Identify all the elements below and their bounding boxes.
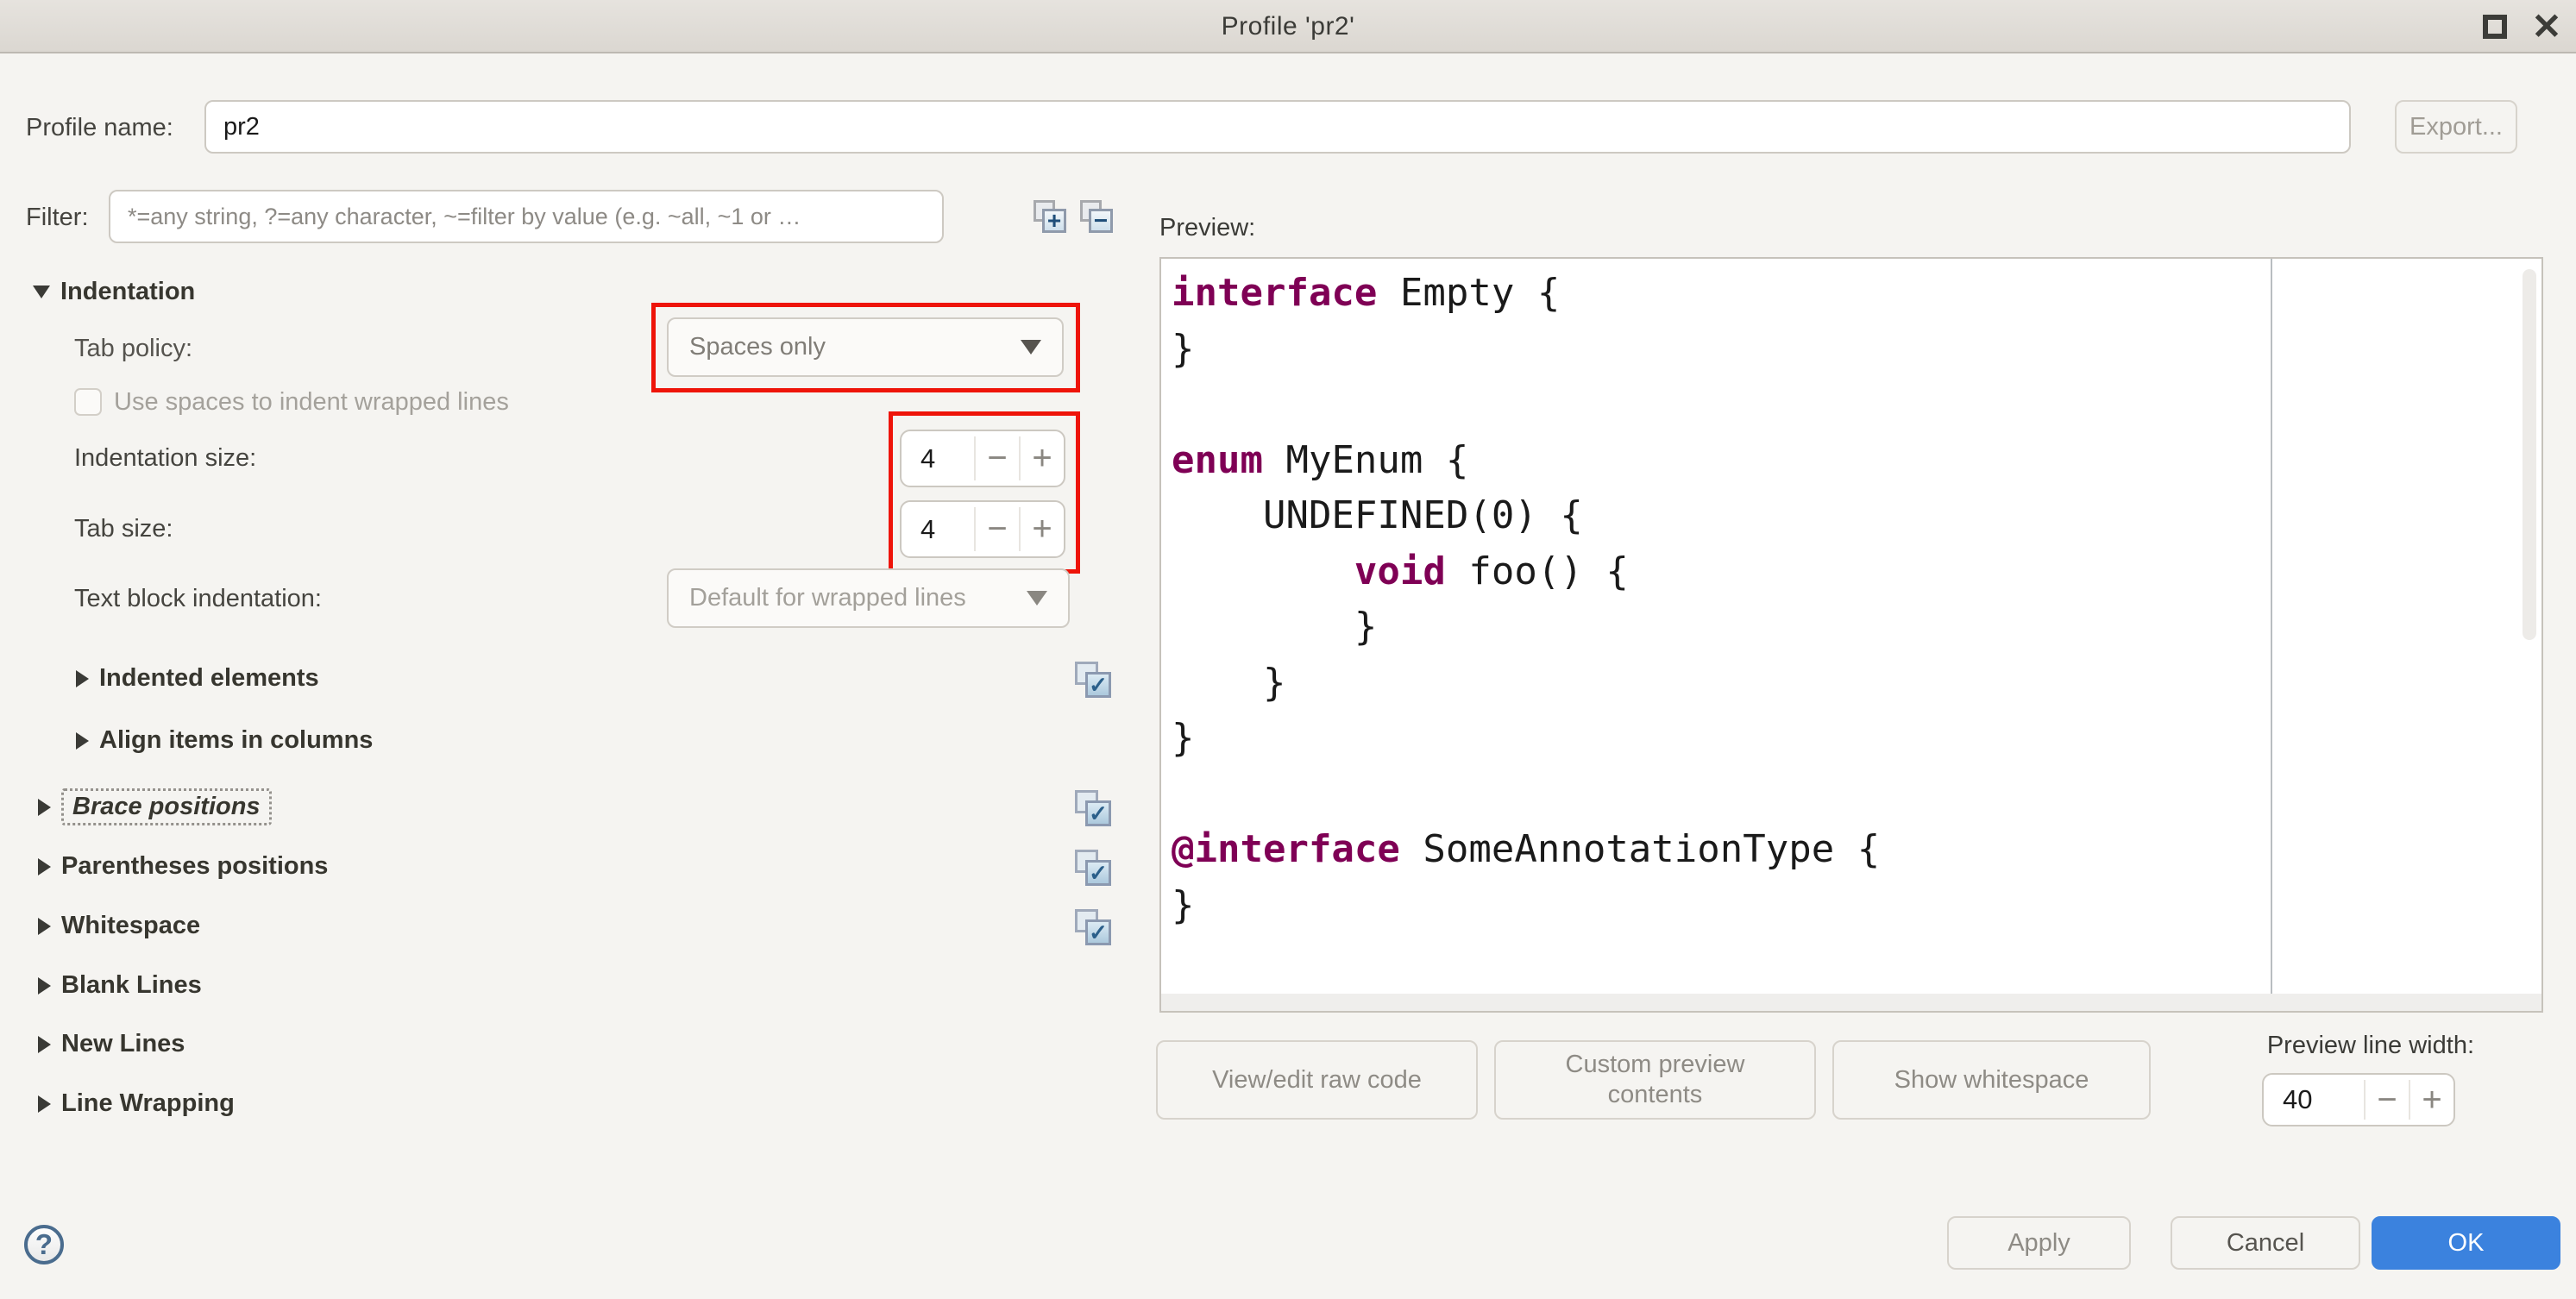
view-edit-raw-code-button[interactable]: View/edit raw code	[1156, 1040, 1478, 1120]
tree-item-label: Indentation	[60, 278, 195, 306]
tree-item-label: Whitespace	[61, 912, 200, 940]
tree-item-label: Blank Lines	[61, 971, 202, 1000]
expander-right-icon[interactable]	[38, 977, 51, 995]
tree-item-label: Brace positions	[61, 788, 272, 825]
tree-item-label: Line Wrapping	[61, 1089, 235, 1118]
tree-item-label: New Lines	[61, 1030, 185, 1058]
modified-check-icon: ✓	[1075, 662, 1111, 698]
modified-check-icon: ✓	[1075, 790, 1111, 826]
horizontal-scrollbar[interactable]	[1161, 994, 2541, 1011]
vertical-scrollbar[interactable]	[2523, 269, 2536, 640]
tree-item-indented-elements[interactable]: Indented elements	[76, 664, 319, 693]
show-whitespace-button[interactable]: Show whitespace	[1832, 1040, 2151, 1120]
annotation-rect-tab-policy	[651, 303, 1080, 392]
annotation-rect-sizes	[889, 411, 1080, 574]
text-block-indentation-select[interactable]: Default for wrapped lines	[667, 568, 1070, 628]
expander-right-icon[interactable]	[76, 732, 89, 750]
apply-button[interactable]: Apply	[1947, 1216, 2131, 1270]
print-margin-line	[2271, 259, 2272, 1011]
help-button[interactable]: ?	[24, 1225, 64, 1264]
filter-label: Filter:	[26, 204, 89, 232]
chevron-down-icon	[1027, 591, 1047, 606]
tree-item-blank-lines[interactable]: Blank Lines	[38, 971, 202, 1000]
preview-label: Preview:	[1159, 214, 1255, 242]
export-button[interactable]: Export...	[2395, 100, 2517, 154]
expand-all-icon: +	[1042, 209, 1066, 233]
expander-right-icon[interactable]	[38, 858, 51, 875]
expander-right-icon[interactable]	[38, 918, 51, 935]
modified-check-icon: ✓	[1075, 909, 1111, 945]
window-title: Profile 'pr2'	[0, 0, 2576, 53]
profile-name-label: Profile name:	[26, 114, 173, 142]
tree-item-whitespace[interactable]: Whitespace	[38, 912, 200, 940]
expander-right-icon[interactable]	[38, 1095, 51, 1113]
filter-input[interactable]	[109, 190, 944, 243]
text-block-indentation-value: Default for wrapped lines	[689, 584, 1027, 612]
tree-item-label: Align items in columns	[99, 726, 373, 755]
indentation-size-label: Indentation size:	[74, 444, 256, 473]
expander-right-icon[interactable]	[38, 1036, 51, 1053]
expander-right-icon[interactable]	[76, 670, 89, 687]
tab-policy-label: Tab policy:	[74, 335, 192, 363]
expander-down-icon[interactable]	[33, 286, 50, 298]
tree-item-indentation[interactable]: Indentation	[33, 278, 195, 306]
profile-name-input[interactable]	[204, 100, 2351, 154]
tree-item-label: Parentheses positions	[61, 852, 328, 881]
ok-button[interactable]: OK	[2372, 1216, 2560, 1270]
custom-preview-contents-button[interactable]: Custom preview contents	[1494, 1040, 1816, 1120]
window-maximize-button[interactable]	[2469, 0, 2521, 53]
collapse-all-button[interactable]: −	[1080, 200, 1113, 233]
window-close-button[interactable]: ✕	[2521, 0, 2573, 53]
preview-code-area[interactable]: interface Empty {} enum MyEnum { UNDEFIN…	[1159, 257, 2543, 1013]
tree-item-line-wrapping[interactable]: Line Wrapping	[38, 1089, 235, 1118]
preview-line-width-value: 40	[2264, 1075, 2364, 1125]
decrement-button[interactable]: −	[2366, 1075, 2409, 1125]
tree-item-new-lines[interactable]: New Lines	[38, 1030, 185, 1058]
preview-line-width-label: Preview line width:	[2239, 1032, 2474, 1060]
title-bar: Profile 'pr2' ✕	[0, 0, 2576, 53]
expand-all-button[interactable]: +	[1034, 200, 1066, 233]
tree-item-parentheses-positions[interactable]: Parentheses positions	[38, 852, 328, 881]
increment-button[interactable]: +	[2410, 1075, 2453, 1125]
tree-item-align-items-in-columns[interactable]: Align items in columns	[76, 726, 373, 755]
text-block-indentation-label: Text block indentation:	[74, 585, 322, 613]
cancel-button[interactable]: Cancel	[2171, 1216, 2360, 1270]
use-spaces-label: Use spaces to indent wrapped lines	[114, 388, 509, 417]
tree-item-brace-positions[interactable]: Brace positions	[38, 788, 272, 825]
expander-right-icon[interactable]	[38, 799, 51, 816]
use-spaces-checkbox[interactable]	[74, 388, 102, 416]
tree-item-label: Indented elements	[99, 664, 319, 693]
close-icon: ✕	[2531, 9, 2561, 45]
modified-check-icon: ✓	[1075, 850, 1111, 886]
preview-code: interface Empty {} enum MyEnum { UNDEFIN…	[1172, 266, 2086, 1013]
question-mark-icon: ?	[35, 1228, 53, 1261]
tab-size-label: Tab size:	[74, 515, 173, 543]
collapse-all-icon: −	[1089, 209, 1113, 233]
preview-line-width-spinner[interactable]: 40 − +	[2262, 1073, 2455, 1126]
maximize-icon	[2483, 15, 2507, 39]
